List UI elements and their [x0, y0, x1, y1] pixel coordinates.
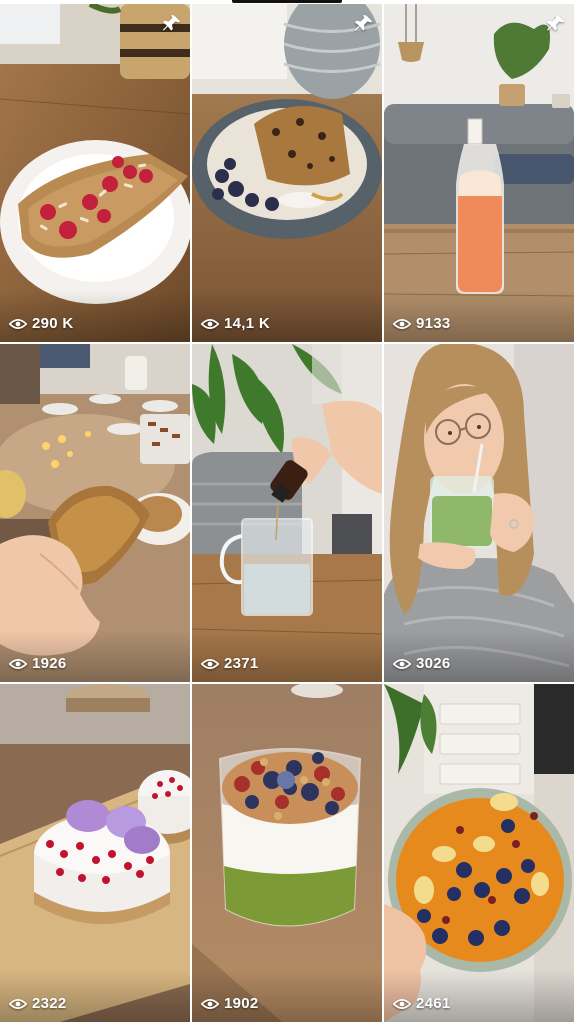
video-thumbnail-6[interactable]: 3026	[384, 344, 574, 682]
view-count-label: 2371	[224, 655, 259, 672]
video-grid: 290 K 14,1 K 9133 1926 2371 3026 2322 19…	[0, 4, 574, 1024]
eye-icon	[393, 658, 411, 669]
view-count: 9133	[393, 315, 451, 332]
view-count-label: 290 K	[32, 315, 74, 332]
view-count-label: 2461	[416, 995, 451, 1012]
eye-icon	[201, 318, 219, 329]
eye-icon	[9, 998, 27, 1009]
video-thumbnail-4[interactable]: 1926	[0, 344, 190, 682]
view-count: 2371	[201, 655, 259, 672]
view-count: 2322	[9, 995, 67, 1012]
video-thumbnail-8[interactable]: 1902	[192, 684, 382, 1022]
eye-icon	[393, 998, 411, 1009]
view-count-label: 9133	[416, 315, 451, 332]
eye-icon	[201, 998, 219, 1009]
top-handle	[232, 0, 342, 3]
view-count: 14,1 K	[201, 315, 270, 332]
view-count-label: 2322	[32, 995, 67, 1012]
pinned-icon	[162, 14, 182, 34]
view-count: 2461	[393, 995, 451, 1012]
view-count-label: 3026	[416, 655, 451, 672]
video-thumbnail-2[interactable]: 14,1 K	[192, 4, 382, 342]
video-thumbnail-1[interactable]: 290 K	[0, 4, 190, 342]
video-thumbnail-9[interactable]: 2461	[384, 684, 574, 1022]
pinned-icon	[354, 14, 374, 34]
eye-icon	[201, 658, 219, 669]
view-count-label: 1902	[224, 995, 259, 1012]
view-count-label: 14,1 K	[224, 315, 270, 332]
video-thumbnail-5[interactable]: 2371	[192, 344, 382, 682]
view-count: 1926	[9, 655, 67, 672]
view-count: 290 K	[9, 315, 74, 332]
video-thumbnail-7[interactable]: 2322	[0, 684, 190, 1022]
video-thumbnail-3[interactable]: 9133	[384, 4, 574, 342]
pinned-icon	[546, 14, 566, 34]
eye-icon	[9, 658, 27, 669]
view-count: 3026	[393, 655, 451, 672]
view-count: 1902	[201, 995, 259, 1012]
eye-icon	[393, 318, 411, 329]
view-count-label: 1926	[32, 655, 67, 672]
eye-icon	[9, 318, 27, 329]
